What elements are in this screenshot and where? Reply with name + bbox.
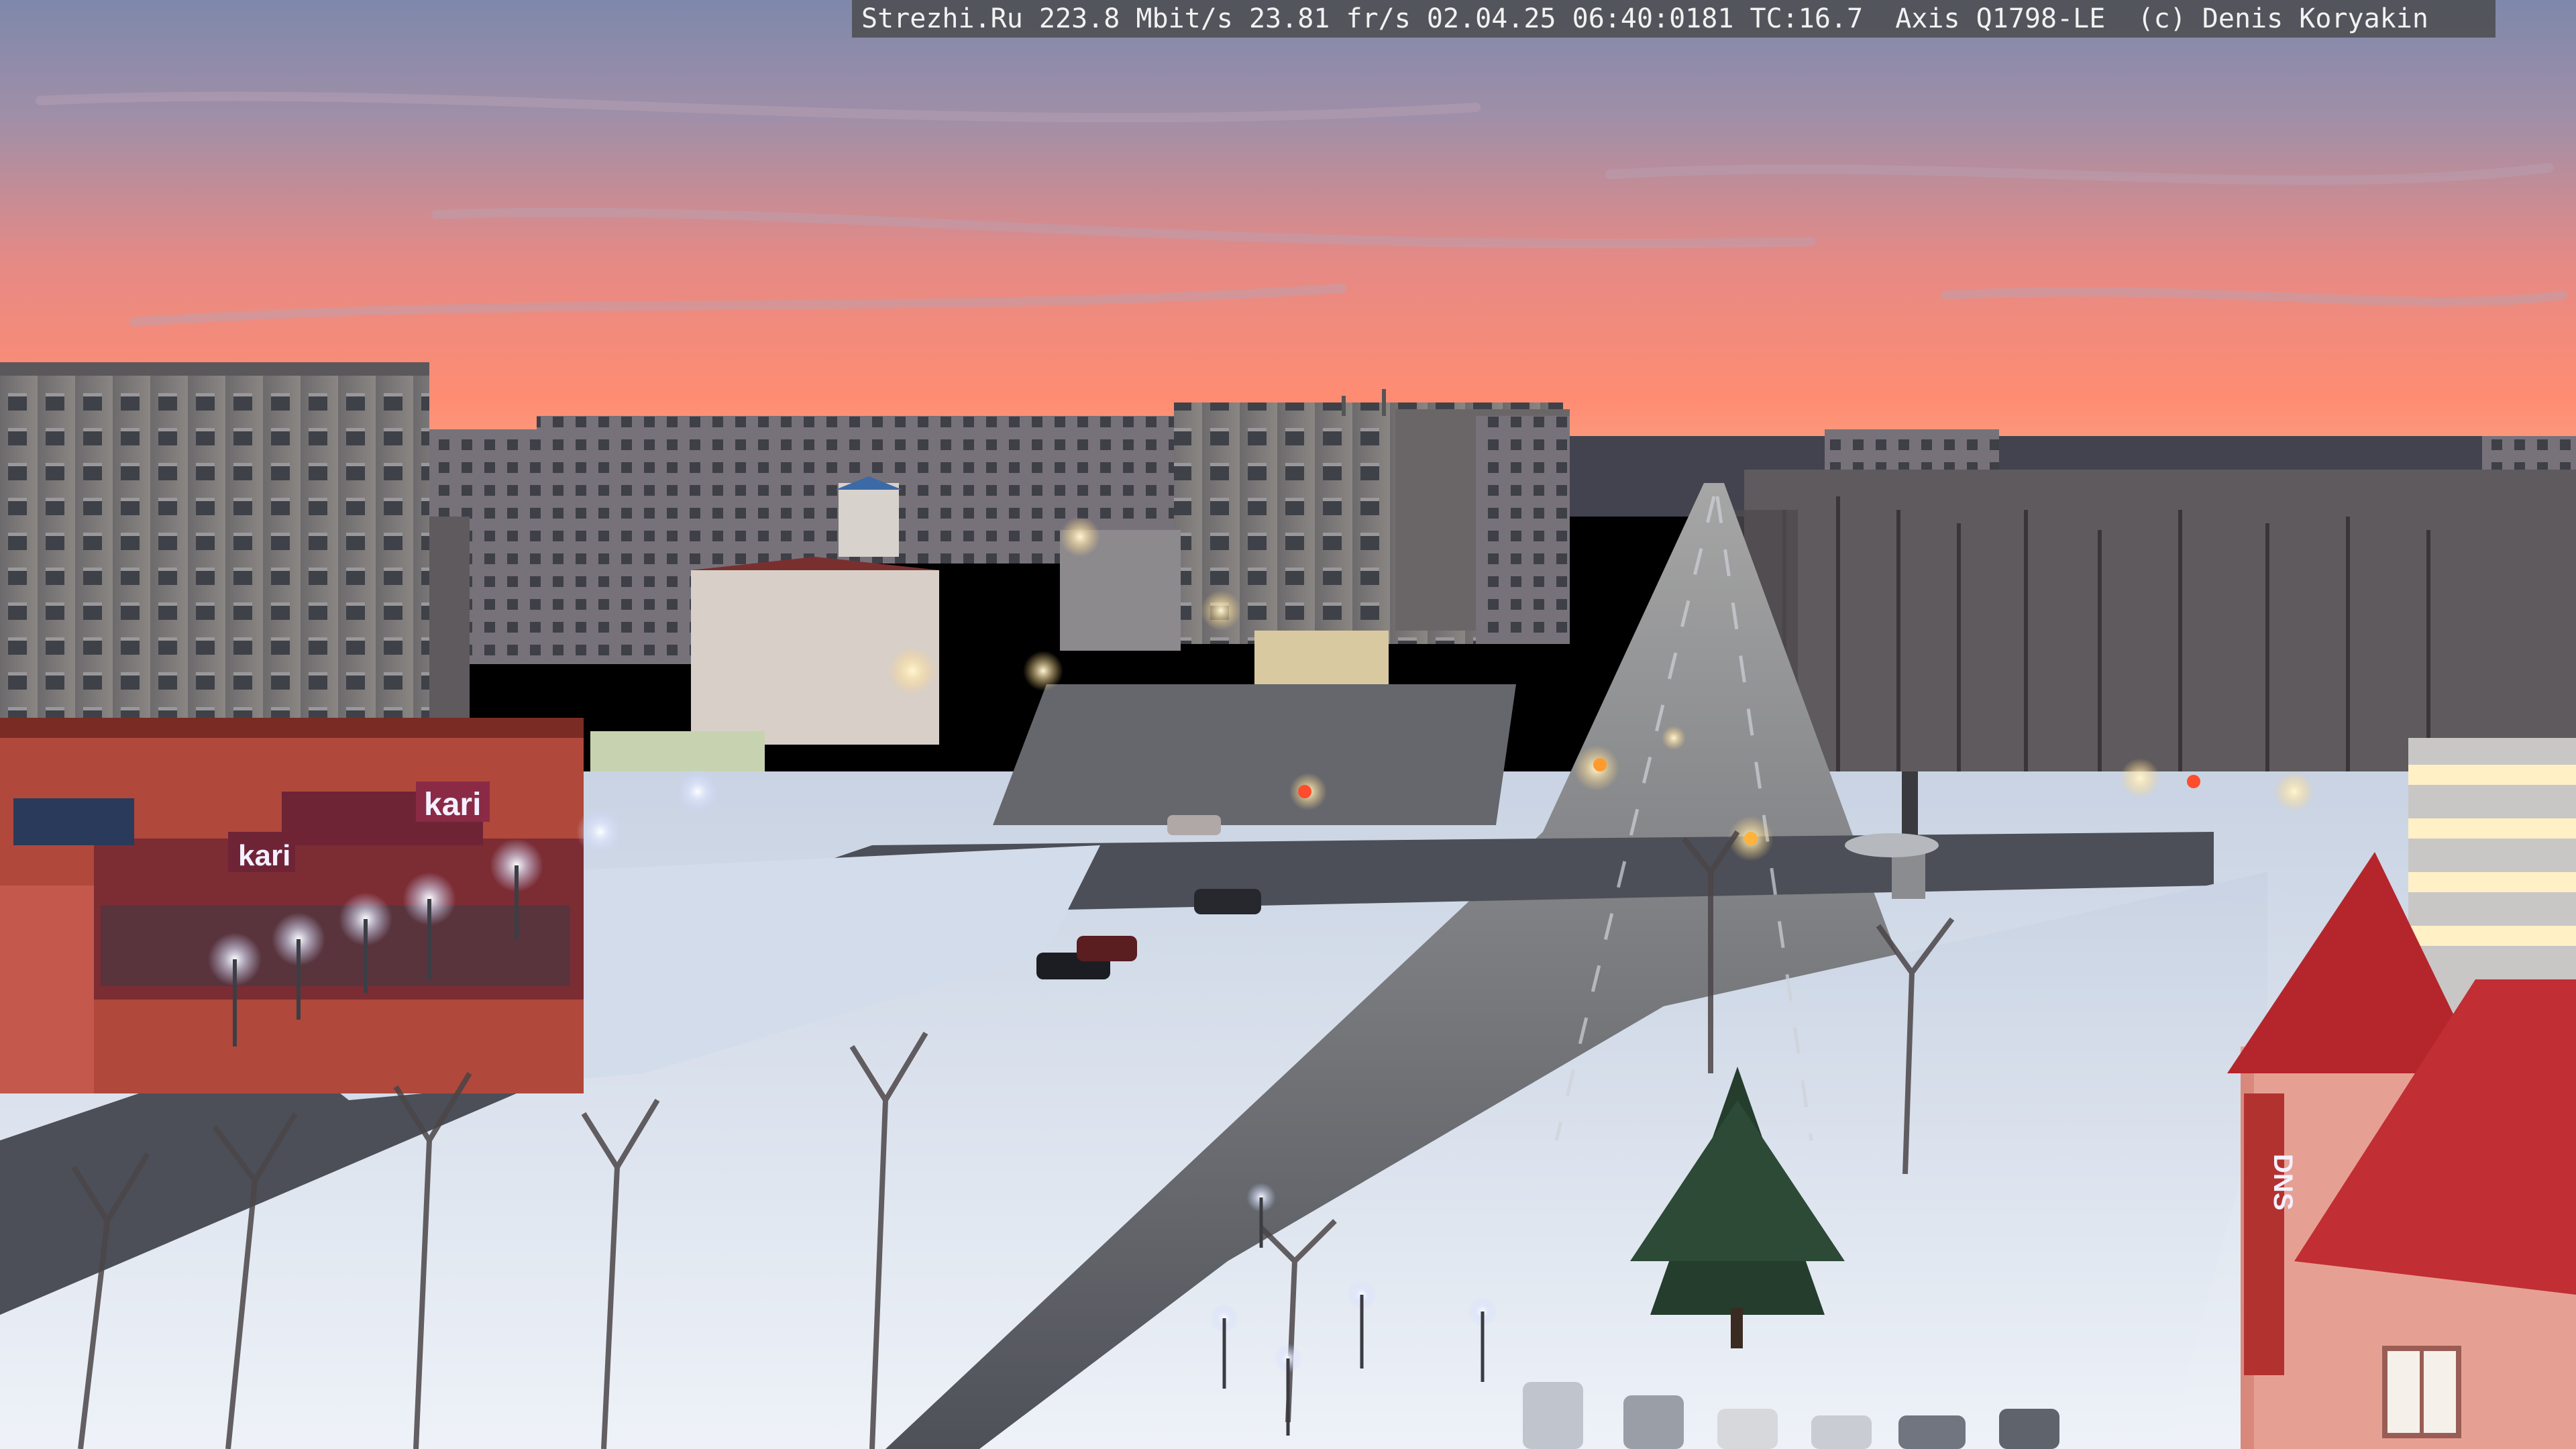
webcam-scene: kari kari DNS bbox=[0, 0, 2576, 1449]
left-shopping-center: kari kari bbox=[0, 718, 584, 1093]
store-sign-right: DNS bbox=[2268, 1154, 2298, 1210]
store-sign-left: kari bbox=[424, 787, 481, 822]
plaza-asphalt bbox=[993, 684, 1516, 825]
camera-info-overlay: Strezhi.Ru 223.8 Mbit/s 23.81 fr/s 02.04… bbox=[852, 0, 2496, 38]
store-sign-center: kari bbox=[238, 839, 290, 872]
